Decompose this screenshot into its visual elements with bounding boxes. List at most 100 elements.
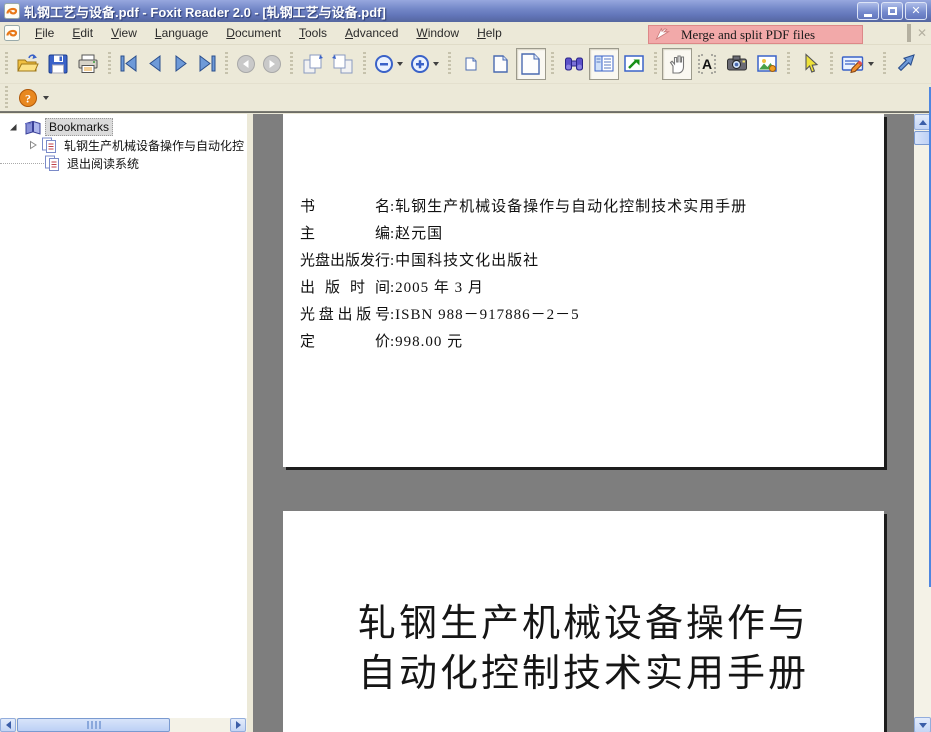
note-icon [841, 56, 864, 74]
open-button[interactable] [13, 48, 43, 80]
bookmarks-panel: Bookmarks 轧钢生产机械设备操作与自动化控 退出阅读系统 [0, 114, 247, 719]
menu-items: File Edit View Language Document Tools A… [26, 22, 511, 44]
minimize-icon[interactable] [857, 2, 879, 20]
menu-tools[interactable]: Tools [290, 22, 336, 44]
scroll-left-icon[interactable] [0, 718, 16, 732]
book-title-line2: 自动化控制技术实用手册 [357, 653, 809, 695]
help-dropdown-icon[interactable] [43, 95, 49, 100]
workspace: Bookmarks 轧钢生产机械设备操作与自动化控 退出阅读系统 书名:轧钢生产… [0, 87, 931, 732]
merge-split-banner[interactable]: Merge and split PDF files [648, 25, 863, 44]
scroll-down-icon[interactable] [914, 717, 931, 732]
menu-advanced[interactable]: Advanced [336, 22, 407, 44]
toolbar-grip[interactable] [654, 52, 657, 76]
export-button[interactable] [619, 48, 649, 80]
help-toolbar: ? [0, 84, 931, 112]
mdi-close-icon[interactable]: ✕ [917, 27, 927, 39]
print-button[interactable] [73, 48, 103, 80]
menu-document[interactable]: Document [217, 22, 290, 44]
toolbar-grip[interactable] [363, 52, 366, 76]
mdi-window-controls: ✕ [901, 24, 927, 42]
toolbar-grip[interactable] [883, 52, 886, 76]
menu-file[interactable]: File [26, 22, 63, 44]
note-tool-dropdown-icon[interactable] [868, 62, 874, 66]
bookmarks-root-row[interactable]: Bookmarks [0, 118, 247, 136]
main-toolbar: A [0, 45, 931, 84]
toolbar-grip[interactable] [830, 52, 833, 76]
document-view[interactable]: 书名:轧钢生产机械设备操作与自动化控制技术实用手册 主编:赵元国 光盘出版发行:… [253, 114, 914, 732]
hand-icon [669, 55, 685, 74]
bookmarks-horizontal-scrollbar[interactable] [0, 718, 247, 732]
menu-window[interactable]: Window [407, 22, 468, 44]
select-text-button[interactable]: A [692, 48, 722, 80]
toolbar-grip[interactable] [448, 52, 451, 76]
previous-page-button[interactable] [142, 48, 168, 80]
previous-view-button[interactable] [298, 48, 328, 80]
toolbar-grip[interactable] [225, 52, 228, 76]
maximize-icon[interactable] [881, 2, 903, 20]
hand-tool-button[interactable] [662, 48, 692, 80]
link-tool-button[interactable] [891, 48, 921, 80]
next-page-button[interactable] [168, 48, 194, 80]
floppy-disk-icon [48, 54, 68, 74]
toolbar-grip[interactable] [108, 52, 111, 76]
title-bar: 轧钢工艺与设备.pdf - Foxit Reader 2.0 - [轧钢工艺与设… [0, 0, 931, 22]
toolbar-grip[interactable] [5, 85, 8, 110]
toolbar-grip[interactable] [551, 52, 554, 76]
toolbar-grip[interactable] [290, 52, 293, 76]
help-button[interactable]: ? [13, 86, 43, 110]
cursor-arrow-icon [655, 27, 671, 42]
select-annotation-button[interactable] [795, 48, 825, 80]
next-view-button[interactable] [328, 48, 358, 80]
tree-expand-icon[interactable] [29, 140, 38, 150]
bookmark-item[interactable]: 退出阅读系统 [0, 154, 247, 172]
svg-text:?: ? [25, 91, 31, 105]
menu-view[interactable]: View [102, 22, 146, 44]
note-tool-button[interactable] [838, 48, 868, 80]
save-button[interactable] [43, 48, 73, 80]
toolbar-grip[interactable] [5, 52, 8, 76]
close-icon[interactable]: ✕ [905, 2, 927, 20]
zoom-out-dropdown-icon[interactable] [397, 62, 403, 66]
back-arrow-icon [237, 55, 255, 73]
zoom-in-button[interactable] [407, 48, 433, 80]
yellow-cursor-icon [805, 53, 819, 73]
tree-collapse-icon[interactable] [8, 122, 18, 132]
horizontal-scroll-thumb[interactable] [17, 718, 170, 732]
bookmark-item-label[interactable]: 轧钢生产机械设备操作与自动化控 [61, 136, 247, 155]
find-button[interactable] [559, 48, 589, 80]
go-back-button[interactable] [233, 48, 259, 80]
colophon-line: 出版时间:2005 年 3 月 [300, 280, 484, 296]
book-title: 轧钢生产机械设备操作与 自动化控制技术实用手册 [283, 511, 884, 699]
fit-page-button[interactable] [486, 48, 516, 80]
actual-size-button[interactable] [456, 48, 486, 80]
navigation-panels-button[interactable] [589, 48, 619, 80]
go-forward-button[interactable] [259, 48, 285, 80]
bookmark-item[interactable]: 轧钢生产机械设备操作与自动化控 [0, 136, 247, 154]
fit-width-icon [521, 53, 540, 75]
snapshot-button[interactable] [722, 48, 752, 80]
first-page-button[interactable] [116, 48, 142, 80]
bookmark-item-label[interactable]: 退出阅读系统 [64, 154, 142, 173]
menu-bar: File Edit View Language Document Tools A… [0, 22, 931, 45]
forward-arrow-icon [263, 55, 281, 73]
previous-page-icon [149, 55, 161, 72]
toolbar-grip[interactable] [787, 52, 790, 76]
zoom-in-dropdown-icon[interactable] [433, 62, 439, 66]
bookmarks-header[interactable]: Bookmarks [45, 118, 114, 136]
mdi-restore-icon[interactable] [906, 24, 911, 42]
fit-width-button[interactable] [516, 48, 546, 80]
menu-language[interactable]: Language [146, 22, 217, 44]
zoom-out-button[interactable] [371, 48, 397, 80]
menu-help[interactable]: Help [468, 22, 511, 44]
menu-edit[interactable]: Edit [63, 22, 102, 44]
colophon-line: 光盘出版号:ISBN 988－917886－2－5 [300, 307, 580, 323]
scroll-right-icon[interactable] [230, 718, 246, 732]
pdf-page-1: 书名:轧钢生产机械设备操作与自动化控制技术实用手册 主编:赵元国 光盘出版发行:… [283, 114, 884, 467]
image-tool-button[interactable] [752, 48, 782, 80]
last-page-button[interactable] [194, 48, 220, 80]
northeast-arrow-icon [897, 54, 915, 72]
vertical-scrollbar[interactable] [914, 87, 931, 732]
colophon-line: 光盘出版发行:中国科技文化出版社 [300, 253, 540, 269]
help-icon: ? [19, 88, 37, 107]
colophon-line: 书名:轧钢生产机械设备操作与自动化控制技术实用手册 [300, 199, 748, 215]
